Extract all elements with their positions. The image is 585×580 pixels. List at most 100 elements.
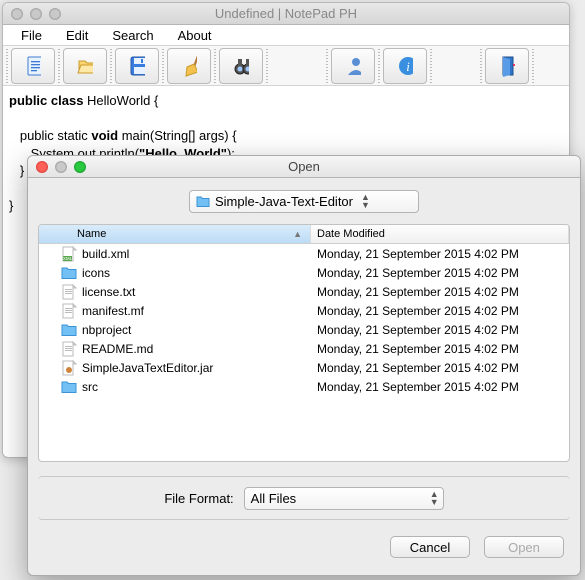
svg-text:XML: XML — [63, 256, 73, 261]
file-row[interactable]: README.md Monday, 21 September 2015 4:02 … — [39, 339, 569, 358]
save-button[interactable] — [115, 48, 159, 84]
zoom-dot[interactable] — [49, 8, 61, 20]
file-list[interactable]: XML build.xml Monday, 21 September 2015 4:… — [39, 244, 569, 396]
file-icon — [61, 303, 77, 319]
info-button[interactable]: i — [383, 48, 427, 84]
minimize-dot[interactable] — [55, 161, 67, 173]
open-folder-icon — [77, 58, 93, 74]
cancel-label: Cancel — [410, 540, 450, 555]
folder-icon — [61, 379, 77, 395]
dialog-titlebar: Open — [28, 156, 580, 178]
sort-ascending-icon: ▲ — [293, 229, 302, 239]
binoculars-icon — [233, 58, 249, 74]
file-date: Monday, 21 September 2015 4:02 PM — [311, 361, 569, 375]
new-file-icon — [25, 58, 41, 74]
file-name: icons — [82, 266, 110, 280]
close-dot[interactable] — [11, 8, 23, 20]
user-button[interactable] — [331, 48, 375, 84]
file-name: license.txt — [82, 285, 135, 299]
open-file-button[interactable] — [63, 48, 107, 84]
dialog-title: Open — [28, 159, 580, 174]
main-window-title: Undefined | NotePad PH — [3, 6, 569, 21]
exit-button[interactable] — [485, 48, 529, 84]
file-row[interactable]: license.txt Monday, 21 September 2015 4:0… — [39, 282, 569, 301]
toolbar-separator — [110, 49, 112, 83]
new-file-button[interactable] — [11, 48, 55, 84]
toolbar-separator — [214, 49, 216, 83]
main-titlebar: Undefined | NotePad PH — [3, 3, 569, 25]
file-date: Monday, 21 September 2015 4:02 PM — [311, 380, 569, 394]
file-date: Monday, 21 September 2015 4:02 PM — [311, 285, 569, 299]
toolbar-separator — [378, 49, 380, 83]
traffic-lights-inactive — [3, 8, 61, 20]
file-date: Monday, 21 September 2015 4:02 PM — [311, 266, 569, 280]
file-browser: Name ▲ Date Modified XML build.xml Monday,… — [38, 224, 570, 462]
exit-door-icon — [499, 58, 515, 74]
file-name: build.xml — [82, 247, 129, 261]
folder-popup[interactable]: Simple-Java-Text-Editor ▲▼ — [189, 190, 419, 213]
traffic-lights — [28, 161, 86, 173]
toolbar: i — [3, 46, 569, 86]
file-row[interactable]: XML build.xml Monday, 21 September 2015 4:… — [39, 244, 569, 263]
file-row[interactable]: manifest.mf Monday, 21 September 2015 4:0… — [39, 301, 569, 320]
file-name: manifest.mf — [82, 304, 144, 318]
toolbar-separator — [6, 49, 8, 83]
file-icon — [61, 341, 77, 357]
find-button[interactable] — [219, 48, 263, 84]
column-headers: Name ▲ Date Modified — [39, 225, 569, 244]
chevron-updown-icon: ▲▼ — [430, 491, 439, 506]
code-keyword: void — [91, 128, 118, 143]
file-date: Monday, 21 September 2015 4:02 PM — [311, 304, 569, 318]
menu-edit[interactable]: Edit — [54, 26, 100, 45]
file-format-row: File Format: All Files ▲▼ — [38, 476, 570, 520]
file-date: Monday, 21 September 2015 4:02 PM — [311, 247, 569, 261]
file-format-label: File Format: — [164, 491, 233, 506]
person-icon — [345, 58, 361, 74]
file-row[interactable]: icons Monday, 21 September 2015 4:02 PM — [39, 263, 569, 282]
toolbar-separator — [58, 49, 60, 83]
folder-icon — [61, 265, 77, 281]
broom-icon — [181, 58, 197, 74]
file-date: Monday, 21 September 2015 4:02 PM — [311, 342, 569, 356]
file-icon — [61, 360, 77, 376]
file-row[interactable]: SimpleJavaTextEditor.jar Monday, 21 Septe… — [39, 358, 569, 377]
toolbar-separator — [326, 49, 328, 83]
open-dialog: Open Simple-Java-Text-Editor ▲▼ Name ▲ D… — [27, 155, 581, 576]
close-dot[interactable] — [36, 161, 48, 173]
toolbar-separator — [162, 49, 164, 83]
column-date-header[interactable]: Date Modified — [311, 225, 569, 243]
file-row[interactable]: nbprojectMonday, 21 September 2015 4:02 … — [39, 320, 569, 339]
folder-icon — [61, 322, 77, 338]
toolbar-separator — [532, 49, 534, 83]
column-name-header[interactable]: Name ▲ — [39, 225, 311, 243]
file-format-popup[interactable]: All Files ▲▼ — [244, 487, 444, 510]
code-text: } — [9, 198, 13, 213]
menubar: File Edit Search About — [3, 25, 569, 46]
toolbar-separator — [266, 49, 268, 83]
zoom-dot[interactable] — [74, 161, 86, 173]
menu-about[interactable]: About — [166, 26, 224, 45]
file-row[interactable]: srcMonday, 21 September 2015 4:02 PM — [39, 377, 569, 396]
file-name: README.md — [82, 342, 153, 356]
file-icon: XML — [61, 246, 77, 262]
toolbar-separator — [430, 49, 432, 83]
clear-button[interactable] — [167, 48, 211, 84]
file-name: SimpleJavaTextEditor.jar — [82, 361, 213, 375]
file-format-value: All Files — [251, 491, 297, 506]
info-icon: i — [397, 58, 413, 74]
code-text: HelloWorld { — [83, 93, 158, 108]
menu-search[interactable]: Search — [100, 26, 165, 45]
toolbar-separator — [480, 49, 482, 83]
code-text: } — [9, 163, 24, 178]
folder-icon — [196, 194, 210, 208]
cancel-button[interactable]: Cancel — [390, 536, 470, 558]
column-name-label: Name — [77, 228, 106, 240]
code-text: main(String[] args) { — [118, 128, 237, 143]
menu-file[interactable]: File — [9, 26, 54, 45]
open-label: Open — [508, 540, 540, 555]
open-button[interactable]: Open — [484, 536, 564, 558]
dialog-button-row: Cancel Open — [28, 520, 580, 558]
minimize-dot[interactable] — [30, 8, 42, 20]
code-keyword: public class — [9, 93, 83, 108]
column-date-label: Date Modified — [317, 228, 385, 240]
